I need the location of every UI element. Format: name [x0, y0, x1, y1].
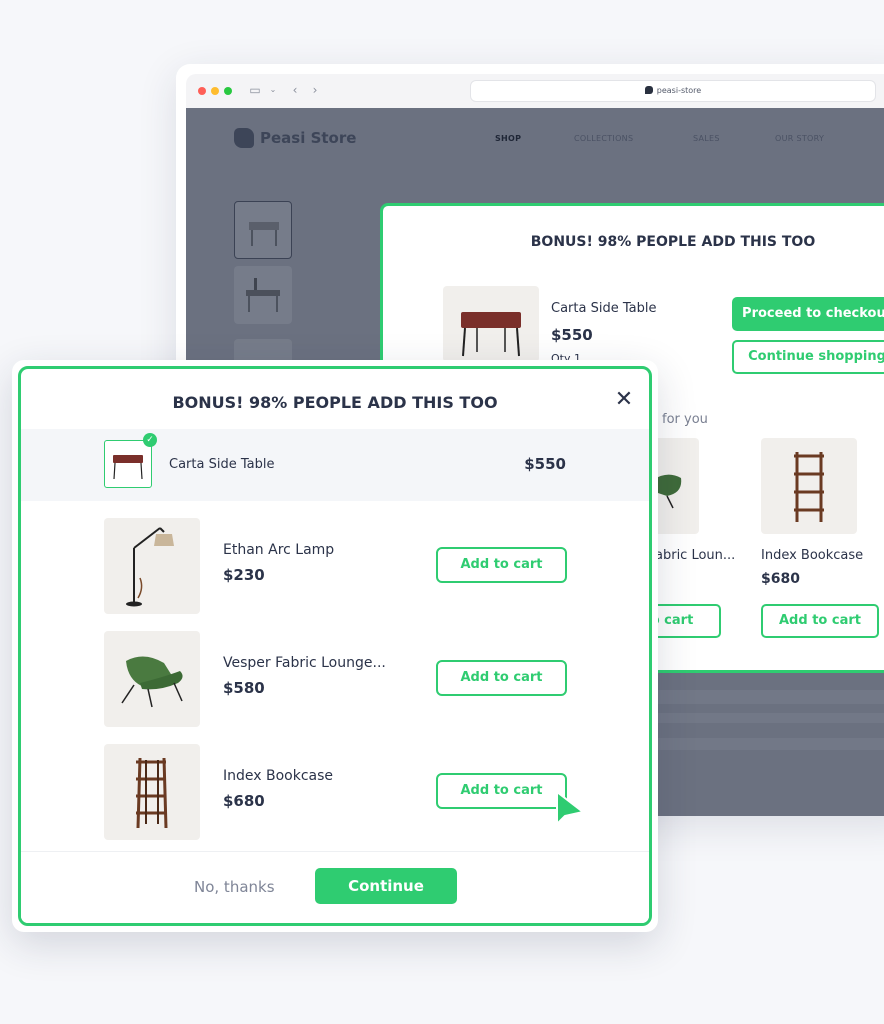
chevron-down-icon[interactable]: ⌄: [266, 83, 280, 97]
product-price: $580: [223, 679, 265, 697]
lamp-image: [104, 518, 200, 614]
browser-titlebar: ▭ ⌄ ‹ › peasi-store: [186, 74, 884, 108]
add-to-cart-button[interactable]: Add to cart: [436, 773, 567, 809]
selected-product-image: [104, 440, 152, 488]
product-name: Ethan Arc Lamp: [223, 542, 335, 558]
check-icon: ✓: [143, 433, 157, 447]
site-logo-icon: [644, 86, 653, 94]
back-icon[interactable]: ‹: [288, 83, 302, 97]
sidebar-icon[interactable]: ▭: [248, 83, 262, 97]
selected-product-price: $550: [524, 455, 566, 473]
product-image: [653, 438, 699, 534]
url-bar[interactable]: peasi-store: [470, 80, 876, 102]
product-image: [443, 286, 539, 362]
minimize-window-button[interactable]: [211, 87, 219, 95]
list-item: Vesper Fabric Lounge... $580 Add to cart: [21, 631, 649, 727]
product-name: abric Loun...: [655, 548, 736, 563]
product-name: Carta Side Table: [551, 301, 657, 316]
modal-title: BONUS! 98% PEOPLE ADD THIS TOO: [530, 234, 816, 250]
store-logo[interactable]: Peasi Store: [234, 128, 356, 148]
upsell-modal-panel: BONUS! 98% PEOPLE ADD THIS TOO ✕ ✓ Carta…: [18, 366, 652, 926]
close-window-button[interactable]: [198, 87, 206, 95]
product-name: Index Bookcase: [761, 548, 864, 563]
proceed-to-checkout-button[interactable]: Proceed to checkout: [732, 297, 884, 331]
add-to-cart-button[interactable]: Add to cart: [436, 660, 567, 696]
upsell-modal: BONUS! 98% PEOPLE ADD THIS TOO ✕ ✓ Carta…: [12, 360, 658, 932]
add-to-cart-button[interactable]: Add to cart: [436, 547, 567, 583]
add-to-cart-button[interactable]: Add to cart: [761, 604, 879, 638]
store-logo-icon: [234, 128, 254, 148]
product-image: [761, 438, 857, 534]
store-name: Peasi Store: [260, 129, 357, 147]
close-icon[interactable]: ✕: [613, 389, 635, 411]
mouse-cursor-icon: [555, 790, 585, 828]
selected-product-name: Carta Side Table: [169, 457, 275, 472]
section-label: for you: [662, 412, 708, 427]
product-price: $680: [223, 792, 265, 810]
nav-collections[interactable]: COLLECTIONS: [574, 134, 633, 143]
list-item: Ethan Arc Lamp $230 Add to cart: [21, 518, 649, 614]
continue-button[interactable]: Continue: [315, 868, 457, 904]
url-text: peasi-store: [656, 86, 702, 95]
maximize-window-button[interactable]: [224, 87, 232, 95]
continue-shopping-button[interactable]: Continue shopping: [732, 340, 884, 374]
modal-footer: No, thanks Continue: [21, 851, 649, 923]
modal-title: BONUS! 98% PEOPLE ADD THIS TOO: [172, 393, 498, 412]
product-name: Index Bookcase: [223, 768, 334, 784]
forward-icon[interactable]: ›: [308, 83, 322, 97]
lounge-chair-image: [104, 631, 200, 727]
product-price: $230: [223, 566, 265, 584]
nav-shop[interactable]: SHOP: [495, 134, 521, 143]
product-name: Vesper Fabric Lounge...: [223, 655, 386, 671]
bookcase-image: [104, 744, 200, 840]
product-price: $680: [761, 571, 800, 587]
product-thumbnail[interactable]: [234, 201, 292, 259]
selected-product-row: ✓ Carta Side Table $550: [21, 429, 649, 501]
product-thumbnail[interactable]: [234, 266, 292, 324]
product-price: $550: [551, 326, 593, 344]
nav-our-story[interactable]: OUR STORY: [775, 134, 824, 143]
no-thanks-link[interactable]: No, thanks: [194, 878, 275, 896]
nav-sales[interactable]: SALES: [693, 134, 720, 143]
